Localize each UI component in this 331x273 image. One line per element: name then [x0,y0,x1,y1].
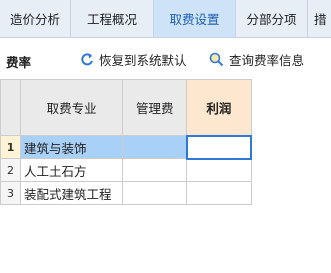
table-row[interactable]: 3 装配式建筑工程 [0,181,252,205]
row-number: 3 [0,181,22,205]
fee-table: 取费专业 管理费 利润 1 建筑与装饰 2 人工土石方 3 装配式建筑工程 [0,79,253,205]
search-icon [209,52,224,67]
restore-default-button[interactable]: 恢复到系统默认 [80,50,187,69]
cell-fee-category[interactable]: 人工土石方 [20,158,124,182]
header-profit[interactable]: 利润 [186,79,252,136]
cell-profit[interactable] [186,158,252,182]
table-row[interactable]: 2 人工土石方 [0,158,252,182]
header-fee-category[interactable]: 取费专业 [20,79,124,136]
section-title: 费率 [6,55,32,70]
row-number: 2 [0,158,22,182]
cell-management-fee[interactable] [122,158,188,182]
cell-profit[interactable] [186,181,252,205]
cell-management-fee[interactable] [122,181,188,205]
corner-cell [0,79,22,136]
table-row[interactable]: 1 建筑与装饰 [0,134,253,160]
restore-default-label: 恢复到系统默认 [99,53,187,68]
cell-profit[interactable] [185,134,253,160]
cell-fee-category[interactable]: 装配式建筑工程 [20,181,124,205]
refresh-icon [80,52,94,67]
cell-fee-category[interactable]: 建筑与装饰 [20,135,124,159]
query-rate-label: 查询费率信息 [229,53,305,68]
query-rate-button[interactable]: 查询费率信息 [209,50,304,69]
tab-measures[interactable]: 措 [308,0,331,37]
cell-management-fee[interactable] [122,135,188,159]
tab-cost-analysis[interactable]: 造价分析 [0,0,71,37]
tab-fee-settings[interactable]: 取费设置 [154,0,236,37]
tab-bar: 造价分析 工程概况 取费设置 分部分项 措 [0,0,331,38]
tab-project-overview[interactable]: 工程概况 [71,0,154,37]
toolbar: 费率 恢复到系统默认 查询费率信息 [0,39,331,79]
table-header-row: 取费专业 管理费 利润 [0,79,252,136]
tab-sub-items[interactable]: 分部分项 [236,0,308,37]
header-management-fee[interactable]: 管理费 [122,79,188,136]
row-number: 1 [0,135,22,159]
